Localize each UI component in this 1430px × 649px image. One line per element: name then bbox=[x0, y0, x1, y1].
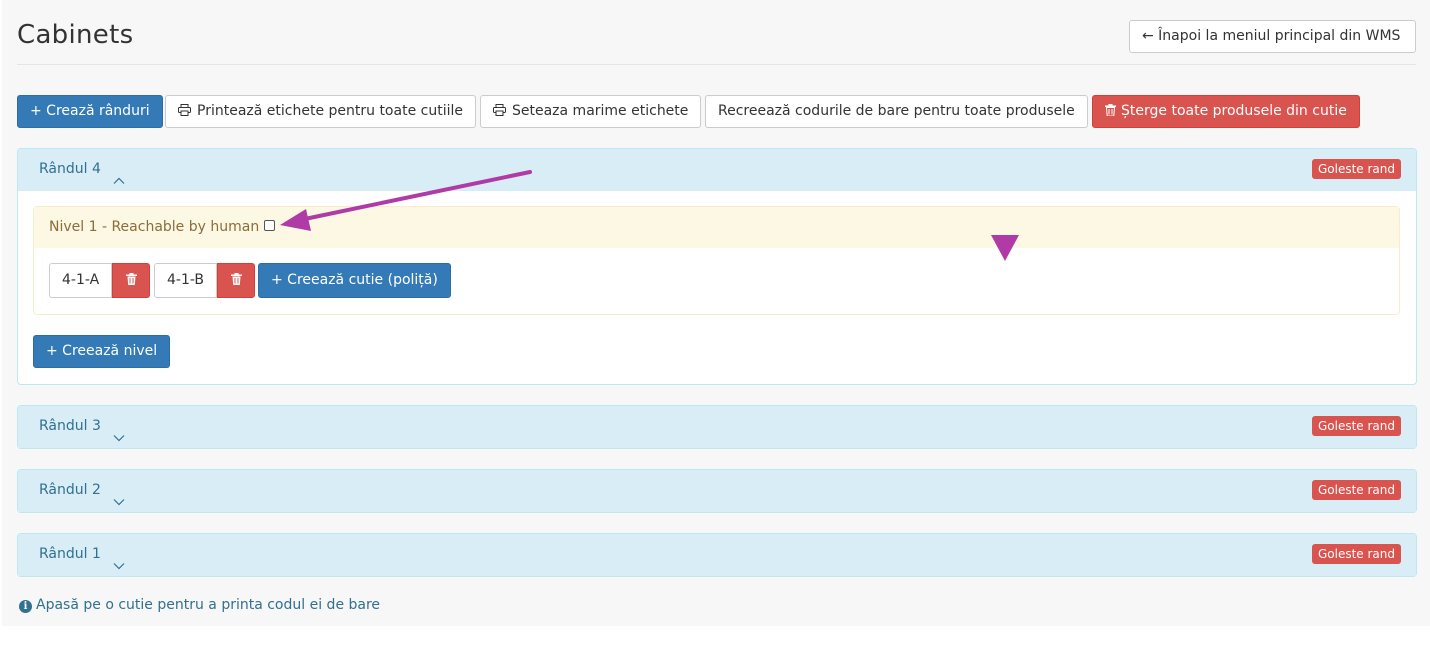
divider bbox=[17, 64, 1416, 65]
empty-row-button[interactable]: Goleste rand bbox=[1311, 480, 1401, 500]
printer-icon bbox=[493, 97, 506, 116]
row-panel-2: Rândul 2 Goleste rand bbox=[17, 469, 1417, 513]
recreate-barcodes-button[interactable]: Recreează codurile de bare pentru toate … bbox=[705, 95, 1088, 128]
row-heading-2[interactable]: Rândul 2 Goleste rand bbox=[18, 470, 1416, 512]
info-icon: i bbox=[19, 600, 32, 613]
level-title: Nivel 1 - Reachable by human bbox=[49, 219, 260, 235]
row-heading-3[interactable]: Rândul 3 Goleste rand bbox=[18, 406, 1416, 448]
box-item: 4-1-B bbox=[154, 263, 256, 298]
box-button[interactable]: 4-1-B bbox=[154, 263, 218, 298]
set-label-size-button[interactable]: Seteaza marime etichete bbox=[480, 95, 702, 128]
delete-box-button[interactable] bbox=[112, 263, 151, 298]
back-to-wms-button[interactable]: ← Înapoi la meniul principal din WMS bbox=[1129, 20, 1416, 53]
chevron-up-icon bbox=[113, 163, 125, 184]
delete-box-button[interactable] bbox=[217, 263, 256, 298]
delete-all-products-button[interactable]: Șterge toate produsele din cutie bbox=[1092, 95, 1360, 128]
row-title: Rândul 3 bbox=[39, 418, 101, 434]
row-panel-4: Rândul 4 Goleste rand Nivel 1 - Reachabl… bbox=[17, 148, 1417, 385]
row-heading-4[interactable]: Rândul 4 Goleste rand bbox=[18, 149, 1416, 191]
reachable-checkbox[interactable] bbox=[264, 220, 276, 231]
row-title: Rândul 2 bbox=[39, 482, 101, 498]
box-item: 4-1-A bbox=[49, 263, 151, 298]
level-heading: Nivel 1 - Reachable by human bbox=[34, 207, 1399, 248]
row-title: Rândul 1 bbox=[39, 546, 101, 562]
create-box-button[interactable]: + Creează cutie (poliță) bbox=[258, 263, 451, 298]
info-hint: i Apasă pe o cutie pentru a printa codul … bbox=[19, 597, 380, 613]
delete-all-products-label: Șterge toate produsele din cutie bbox=[1121, 103, 1347, 119]
row-panel-1: Rândul 1 Goleste rand bbox=[17, 533, 1417, 577]
info-text: Apasă pe o cutie pentru a printa codul e… bbox=[36, 597, 381, 613]
box-button[interactable]: 4-1-A bbox=[49, 263, 113, 298]
create-rows-button[interactable]: + Crează rânduri bbox=[17, 95, 163, 128]
chevron-down-icon bbox=[113, 548, 125, 570]
row-panel-3: Rândul 3 Goleste rand bbox=[17, 405, 1417, 449]
page-title: Cabinets bbox=[17, 20, 134, 50]
printer-icon bbox=[178, 97, 191, 116]
level-panel: Nivel 1 - Reachable by human 4-1-A 4-1-B… bbox=[33, 206, 1400, 315]
chevron-down-icon bbox=[113, 420, 125, 442]
empty-row-button[interactable]: Goleste rand bbox=[1311, 416, 1401, 436]
page: Cabinets ← Înapoi la meniul principal di… bbox=[2, 0, 1430, 626]
empty-row-button[interactable]: Goleste rand bbox=[1311, 544, 1401, 564]
trash-icon bbox=[230, 272, 242, 289]
set-label-size-label: Seteaza marime etichete bbox=[512, 103, 689, 119]
trash-icon bbox=[125, 272, 137, 289]
row-title: Rândul 4 bbox=[39, 161, 101, 177]
print-labels-button[interactable]: Printează etichete pentru toate cutiile bbox=[165, 95, 476, 128]
row-heading-1[interactable]: Rândul 1 Goleste rand bbox=[18, 534, 1416, 576]
empty-row-button[interactable]: Goleste rand bbox=[1311, 159, 1401, 179]
create-level-button[interactable]: + Creează nivel bbox=[33, 335, 171, 368]
print-labels-label: Printează etichete pentru toate cutiile bbox=[197, 103, 463, 119]
chevron-down-icon bbox=[113, 484, 125, 506]
trash-icon bbox=[1105, 97, 1116, 117]
